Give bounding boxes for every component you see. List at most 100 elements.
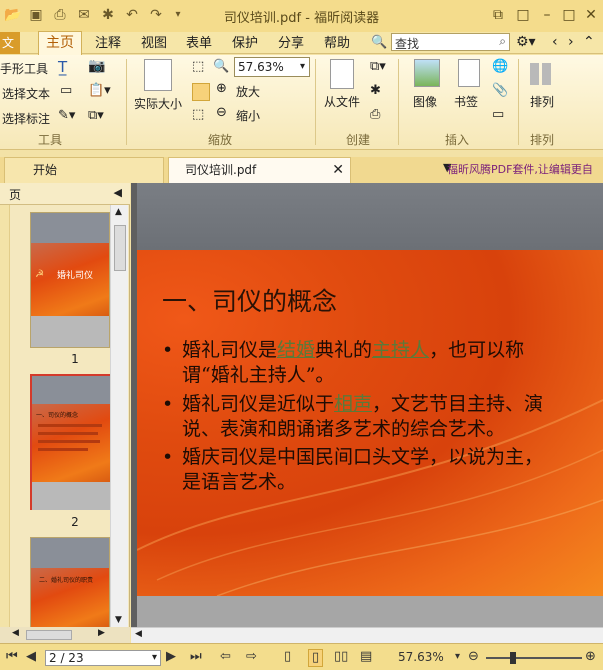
- page-number-input[interactable]: 2 / 23 ▾: [45, 650, 161, 666]
- maximize-icon[interactable]: □: [560, 6, 578, 24]
- group-create-label: 创建: [346, 133, 371, 147]
- link-xiangsheng[interactable]: 相声: [334, 393, 372, 415]
- find-icon[interactable]: 🔍: [371, 35, 387, 51]
- page-number-2: 2: [71, 515, 79, 529]
- group-zoom-label: 缩放: [208, 133, 233, 147]
- zoom-in-button[interactable]: 放大: [236, 83, 260, 100]
- scroll-down-icon[interactable]: ▼: [115, 615, 122, 625]
- next-view-icon[interactable]: ⇨: [246, 649, 257, 665]
- scroll-right-icon[interactable]: ▶: [98, 628, 105, 638]
- bullet-2: • 婚礼司仪是近似于相声，文艺节目主持、演说、表演和朗诵诸多艺术的综合艺术。: [162, 393, 544, 440]
- zoom-slider[interactable]: [486, 657, 582, 659]
- prev-result-icon[interactable]: ‹: [552, 34, 558, 50]
- fit-width-icon[interactable]: [192, 83, 210, 101]
- zoom-out-status-icon[interactable]: ⊖: [468, 649, 479, 665]
- image-icon[interactable]: [414, 59, 440, 87]
- prev-view-icon[interactable]: ⇦: [220, 649, 231, 665]
- scroll-up-icon[interactable]: ▲: [115, 207, 122, 217]
- typewriter-icon[interactable]: ✎▾: [58, 108, 75, 123]
- page-thumbnail-1[interactable]: ☭ 婚礼司仪: [30, 212, 110, 348]
- zoom-out-button[interactable]: 缩小: [236, 107, 260, 124]
- single-page-icon[interactable]: ▯: [284, 649, 291, 665]
- tab-protect[interactable]: 保护: [229, 34, 261, 54]
- zoom-slider-thumb[interactable]: [510, 652, 516, 664]
- zoom-select[interactable]: 57.63% ▾: [234, 57, 310, 77]
- media-icon[interactable]: ▭: [492, 107, 504, 122]
- tab-view[interactable]: 视图: [138, 34, 170, 54]
- select-text-button[interactable]: 选择文本: [2, 85, 50, 102]
- next-result-icon[interactable]: ›: [568, 34, 574, 50]
- link-zhuchiren[interactable]: 主持人: [372, 339, 429, 361]
- tab-home[interactable]: 主页: [38, 31, 82, 55]
- maximize-small-icon[interactable]: □: [514, 6, 532, 24]
- page-thumbnail-3[interactable]: 二、婚礼司仪的职责: [30, 537, 110, 628]
- scroll-left-icon[interactable]: ◀: [12, 628, 19, 638]
- actual-size-button[interactable]: 实际大小: [134, 95, 182, 112]
- tab-help[interactable]: 帮助: [321, 34, 353, 54]
- fit-visible-icon[interactable]: ⬚: [192, 107, 204, 122]
- arrange-icon[interactable]: [530, 63, 552, 85]
- restore-layout-icon[interactable]: ⧉: [489, 6, 507, 24]
- actual-size-icon[interactable]: [144, 59, 172, 91]
- last-page-icon[interactable]: ⏭: [190, 649, 202, 665]
- zoom-dropdown-icon[interactable]: ▾: [455, 649, 460, 665]
- arrange-button[interactable]: 排列: [530, 93, 554, 110]
- minimize-icon[interactable]: –: [538, 6, 556, 24]
- tab-document[interactable]: 司仪培训.pdf ✕: [168, 157, 351, 183]
- search-input[interactable]: 查找 ⌕: [391, 33, 510, 51]
- prev-page-icon[interactable]: ◀: [26, 649, 36, 665]
- page-thumbnail-2[interactable]: 一、司仪的概念: [30, 374, 110, 510]
- fit-page-icon[interactable]: ⬚: [192, 59, 204, 74]
- comment-icon[interactable]: ▭: [60, 83, 72, 98]
- link-icon[interactable]: ⧉▾: [88, 108, 104, 123]
- tab-comment[interactable]: 注释: [92, 34, 124, 54]
- snapshot-icon[interactable]: 📷: [88, 58, 105, 74]
- new-blank-icon[interactable]: ✱: [370, 83, 381, 98]
- viewer-hscrollbar[interactable]: ◀: [131, 627, 603, 643]
- web-link-icon[interactable]: 🌐: [492, 59, 508, 74]
- page-number-1: 1: [71, 352, 79, 366]
- tab-start[interactable]: 开始: [4, 157, 164, 183]
- promo-text[interactable]: 福昕风腾PDF套件,让编辑更自: [447, 159, 603, 181]
- close-tab-icon[interactable]: ✕: [332, 158, 344, 182]
- from-file-icon[interactable]: [330, 59, 354, 89]
- thumbnail-hscrollbar[interactable]: ◀ ▶: [0, 627, 130, 643]
- scanner-icon[interactable]: ⎙: [370, 107, 380, 122]
- thumbnail-scrollbar[interactable]: ▲ ▼: [110, 205, 128, 627]
- chevron-down-icon: ▾: [151, 652, 157, 663]
- zoom-tool-icon[interactable]: 🔍: [213, 59, 229, 74]
- first-page-icon[interactable]: ⏮: [6, 649, 18, 665]
- search-icon[interactable]: ⌕: [499, 34, 506, 49]
- zoom-in-status-icon[interactable]: ⊕: [585, 649, 596, 665]
- tab-form[interactable]: 表单: [183, 34, 215, 54]
- hand-tool-button[interactable]: 手形工具: [0, 60, 48, 77]
- hscroll-thumb[interactable]: [26, 630, 72, 640]
- next-page-icon[interactable]: ▶: [166, 649, 176, 665]
- facing-page-icon[interactable]: ▯▯: [334, 649, 348, 665]
- continuous-facing-icon[interactable]: ▤: [360, 649, 372, 665]
- scroll-thumb[interactable]: [114, 225, 126, 271]
- create-dropdown-icon[interactable]: ⧉▾: [370, 59, 386, 74]
- continuous-page-icon[interactable]: ▯: [308, 649, 324, 667]
- select-annotation-button[interactable]: 选择标注: [2, 110, 50, 127]
- settings-icon[interactable]: ⚙▾: [516, 34, 536, 50]
- link-jiehun[interactable]: 结婚: [277, 339, 315, 361]
- collapse-panel-icon[interactable]: ◀: [114, 186, 122, 199]
- status-zoom[interactable]: 57.63%: [398, 649, 444, 665]
- clipboard-icon[interactable]: 📋▾: [88, 83, 111, 98]
- attachment-icon[interactable]: 📎: [492, 83, 508, 98]
- collapse-ribbon-icon[interactable]: ⌃: [583, 34, 595, 50]
- thumb-party-icon: ☭: [35, 269, 44, 280]
- text-tool-icon[interactable]: T̲: [58, 58, 67, 76]
- from-file-button[interactable]: 从文件: [324, 93, 360, 110]
- close-icon[interactable]: ✕: [582, 6, 600, 24]
- file-menu[interactable]: 文件: [0, 32, 20, 72]
- bookmark-icon[interactable]: [458, 59, 480, 87]
- zoom-in-icon[interactable]: ⊕: [216, 81, 227, 96]
- scroll-left-icon[interactable]: ◀: [135, 629, 142, 639]
- image-button[interactable]: 图像: [413, 93, 437, 110]
- zoom-out-icon[interactable]: ⊖: [216, 105, 227, 120]
- menu-bar: 文件 主页 注释 视图 表单 保护 分享 帮助 🔍 ⚙▾ ‹ › ⌃: [0, 31, 603, 72]
- bookmark-button[interactable]: 书签: [454, 93, 478, 110]
- tab-share[interactable]: 分享: [275, 34, 307, 54]
